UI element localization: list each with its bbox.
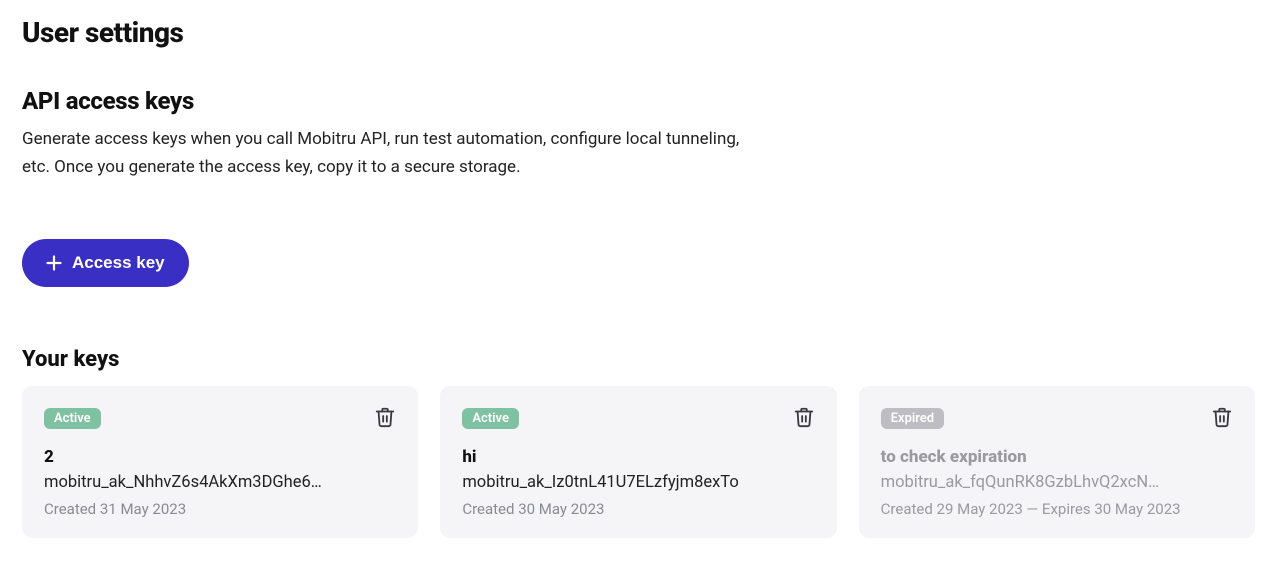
trash-icon <box>374 406 396 431</box>
key-card-header: Active <box>44 404 398 433</box>
key-meta: Created 30 May 2023 <box>462 500 816 518</box>
key-card-header: Active <box>462 404 816 433</box>
key-meta: Created 31 May 2023 <box>44 500 398 518</box>
key-name: to check expiration <box>881 447 1235 467</box>
delete-key-button[interactable] <box>372 404 398 433</box>
status-badge: Active <box>462 408 519 429</box>
create-access-key-label: Access key <box>72 253 165 273</box>
key-value: mobitru_ak_fqQunRK8GzbLhvQ2xcN… <box>881 473 1235 492</box>
trash-icon <box>793 406 815 431</box>
key-card: Active 2 mobitru_ak_NhhvZ6s4AkXm3DGhe6… … <box>22 386 418 538</box>
key-name: hi <box>462 447 816 467</box>
your-keys-title: Your keys <box>22 347 1255 372</box>
delete-key-button[interactable] <box>1209 404 1235 433</box>
key-card: Expired to check expiration mobitru_ak_f… <box>859 386 1255 538</box>
key-meta: Created 29 May 2023 — Expires 30 May 202… <box>881 500 1235 518</box>
page-title: User settings <box>22 16 1255 49</box>
status-badge: Expired <box>881 408 944 429</box>
key-name: 2 <box>44 447 398 467</box>
keys-list: Active 2 mobitru_ak_NhhvZ6s4AkXm3DGhe6… … <box>22 386 1255 538</box>
plus-icon <box>46 255 62 271</box>
status-badge: Active <box>44 408 101 429</box>
create-access-key-button[interactable]: Access key <box>22 239 189 287</box>
section-description: Generate access keys when you call Mobit… <box>22 125 752 181</box>
key-card-header: Expired <box>881 404 1235 433</box>
key-value: mobitru_ak_Iz0tnL41U7ELzfyjm8exTo <box>462 473 816 492</box>
key-card: Active hi mobitru_ak_Iz0tnL41U7ELzfyjm8e… <box>440 386 836 538</box>
key-value: mobitru_ak_NhhvZ6s4AkXm3DGhe6… <box>44 473 398 492</box>
section-title-api-keys: API access keys <box>22 87 1255 115</box>
delete-key-button[interactable] <box>791 404 817 433</box>
trash-icon <box>1211 406 1233 431</box>
